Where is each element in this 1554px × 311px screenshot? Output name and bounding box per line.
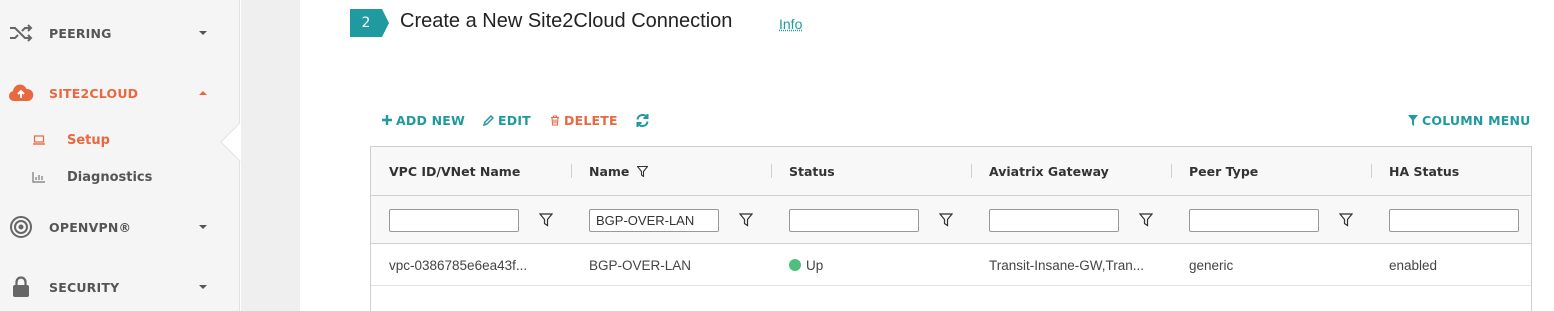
- main-content: 2 Create a New Site2Cloud Connection Inf…: [300, 0, 1554, 311]
- column-divider[interactable]: [571, 164, 572, 178]
- delete-button[interactable]: DELETE: [550, 111, 618, 129]
- column-header-status[interactable]: Status: [789, 147, 835, 196]
- add-new-button[interactable]: ADD NEW: [382, 111, 465, 129]
- lock-icon: [8, 274, 34, 300]
- cell-vpc: vpc-0386785e6ea43f...: [389, 257, 528, 273]
- table-filter-row: [371, 196, 1531, 244]
- chevron-down-icon: [199, 225, 207, 229]
- cell-peer-type: generic: [1189, 257, 1234, 273]
- filter-icon[interactable]: [1139, 213, 1153, 227]
- connections-table: VPC ID/VNet Name Name Status Aviatrix Ga…: [370, 146, 1532, 311]
- sidebar-subitem-label: Diagnostics: [67, 169, 153, 185]
- column-divider[interactable]: [971, 164, 972, 178]
- sidebar-item-label: OPENVPN®: [49, 219, 132, 235]
- sidebar: PEERING SITE2CLOUD Setup Diagnostics OPE…: [0, 0, 260, 311]
- sidebar-item-site2cloud[interactable]: SITE2CLOUD: [0, 73, 240, 113]
- column-header-ha-status[interactable]: HA Status: [1389, 147, 1459, 196]
- sidebar-item-label: PEERING: [49, 25, 112, 41]
- cell-name: BGP-OVER-LAN: [589, 257, 692, 273]
- pencil-icon: [483, 114, 494, 126]
- filter-icon[interactable]: [939, 213, 953, 227]
- sidebar-subitem-label: Setup: [67, 132, 110, 148]
- chevron-up-icon: [199, 91, 207, 95]
- cell-ha-status: enabled: [1389, 257, 1438, 273]
- bar-chart-icon: [32, 170, 46, 184]
- column-header-vpc[interactable]: VPC ID/VNet Name: [389, 147, 520, 196]
- column-header-label: Name: [589, 164, 630, 179]
- column-menu-label: COLUMN MENU: [1422, 112, 1531, 128]
- column-divider[interactable]: [771, 164, 772, 178]
- filter-active-icon: [637, 166, 649, 177]
- column-header-name[interactable]: Name: [589, 147, 649, 196]
- column-header-gateway[interactable]: Aviatrix Gateway: [989, 147, 1109, 196]
- column-divider[interactable]: [1371, 164, 1372, 178]
- refresh-button[interactable]: [635, 111, 654, 129]
- sidebar-item-peering[interactable]: PEERING: [0, 13, 240, 53]
- cloud-upload-icon: [8, 80, 34, 106]
- shuffle-icon: [8, 20, 34, 46]
- step-number: 2: [361, 15, 371, 31]
- filter-input-status[interactable]: [789, 209, 919, 232]
- filter-input-name[interactable]: [589, 209, 719, 232]
- info-link[interactable]: Info: [779, 16, 802, 32]
- page-title: Create a New Site2Cloud Connection: [400, 10, 733, 32]
- filter-icon[interactable]: [1339, 213, 1353, 227]
- trash-icon: [550, 114, 560, 126]
- filter-input-ha-status[interactable]: [1389, 209, 1519, 232]
- sidebar-subitem-diagnostics[interactable]: Diagnostics: [0, 163, 240, 191]
- refresh-icon: [635, 113, 650, 128]
- column-menu-button[interactable]: COLUMN MENU: [1408, 111, 1531, 129]
- content-gutter: [241, 0, 300, 311]
- filter-icon[interactable]: [539, 213, 553, 227]
- sidebar-item-security[interactable]: SECURITY: [0, 267, 240, 307]
- sidebar-item-openvpn[interactable]: OPENVPN®: [0, 207, 240, 247]
- delete-label: DELETE: [564, 112, 618, 128]
- filter-input-gateway[interactable]: [989, 209, 1119, 232]
- sidebar-item-label: SECURITY: [49, 279, 120, 295]
- status-label: Up: [806, 257, 824, 273]
- sidebar-item-label: SITE2CLOUD: [49, 85, 139, 101]
- column-header-peer-type[interactable]: Peer Type: [1189, 147, 1258, 196]
- chevron-down-icon: [199, 285, 207, 289]
- target-icon: [8, 214, 34, 240]
- filter-input-peer-type[interactable]: [1189, 209, 1319, 232]
- status-up-dot-icon: [789, 259, 801, 271]
- laptop-icon: [32, 133, 46, 147]
- cell-gateway: Transit-Insane-GW,Tran...: [989, 257, 1145, 273]
- sidebar-subitem-setup[interactable]: Setup: [0, 126, 240, 154]
- filter-input-vpc[interactable]: [389, 209, 519, 232]
- filter-icon: [1408, 114, 1418, 126]
- table-row[interactable]: vpc-0386785e6ea43f... BGP-OVER-LAN Up Tr…: [371, 244, 1531, 286]
- edit-button[interactable]: EDIT: [483, 111, 531, 129]
- plus-icon: [382, 115, 392, 125]
- table-header-row: VPC ID/VNet Name Name Status Aviatrix Ga…: [371, 147, 1531, 196]
- chevron-down-icon: [199, 31, 207, 35]
- edit-label: EDIT: [498, 112, 531, 128]
- filter-icon[interactable]: [739, 213, 753, 227]
- column-divider[interactable]: [1171, 164, 1172, 178]
- add-new-label: ADD NEW: [396, 112, 465, 128]
- cell-status: Up: [789, 244, 823, 286]
- step-badge: 2: [350, 9, 390, 37]
